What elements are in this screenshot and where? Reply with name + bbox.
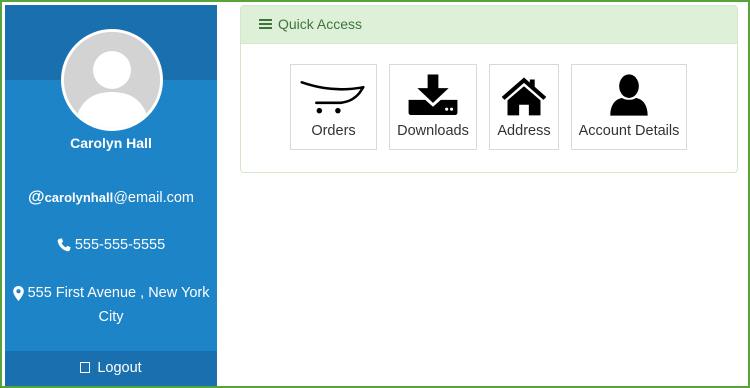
address-text: 555 First Avenue , New York City bbox=[27, 285, 210, 325]
home-icon bbox=[501, 77, 547, 116]
user-address: 555 First Avenue , New York City bbox=[5, 281, 217, 329]
downloads-tile[interactable]: Downloads bbox=[389, 64, 477, 150]
phone-icon bbox=[57, 238, 71, 252]
account-details-label: Account Details bbox=[578, 123, 680, 139]
download-icon bbox=[408, 74, 458, 116]
orders-tile[interactable]: Orders bbox=[290, 64, 377, 150]
logout-button[interactable]: Logout bbox=[5, 351, 217, 386]
phone-number: 555-555-5555 bbox=[74, 237, 166, 253]
downloads-label: Downloads bbox=[397, 123, 469, 139]
account-details-tile[interactable]: Account Details bbox=[571, 64, 687, 150]
avatar bbox=[61, 29, 163, 131]
user-email: @carolynhall@email.com bbox=[5, 185, 217, 210]
account-sidebar: Carolyn Hall @carolynhall@email.com 555-… bbox=[5, 5, 217, 386]
logout-label: Logout bbox=[97, 360, 142, 376]
panel-heading: Quick Access bbox=[241, 6, 737, 44]
map-marker-icon bbox=[12, 285, 24, 301]
user-name: Carolyn Hall bbox=[70, 135, 152, 151]
default-avatar-icon bbox=[64, 32, 160, 128]
address-tile[interactable]: Address bbox=[489, 64, 559, 150]
user-icon bbox=[610, 74, 648, 116]
quick-access-panel: Quick Access Orders Downloads Address Ac… bbox=[240, 5, 738, 173]
user-phone: 555-555-5555 bbox=[5, 233, 217, 257]
email-username: carolynhall bbox=[44, 190, 114, 205]
panel-title: Quick Access bbox=[278, 16, 363, 32]
orders-label: Orders bbox=[311, 123, 356, 139]
email-domain: @email.com bbox=[113, 190, 194, 206]
hamburger-icon bbox=[259, 17, 272, 31]
logout-icon bbox=[80, 361, 91, 373]
at-icon: @ bbox=[27, 187, 45, 206]
address-label: Address bbox=[497, 123, 551, 139]
cart-icon bbox=[300, 81, 365, 114]
